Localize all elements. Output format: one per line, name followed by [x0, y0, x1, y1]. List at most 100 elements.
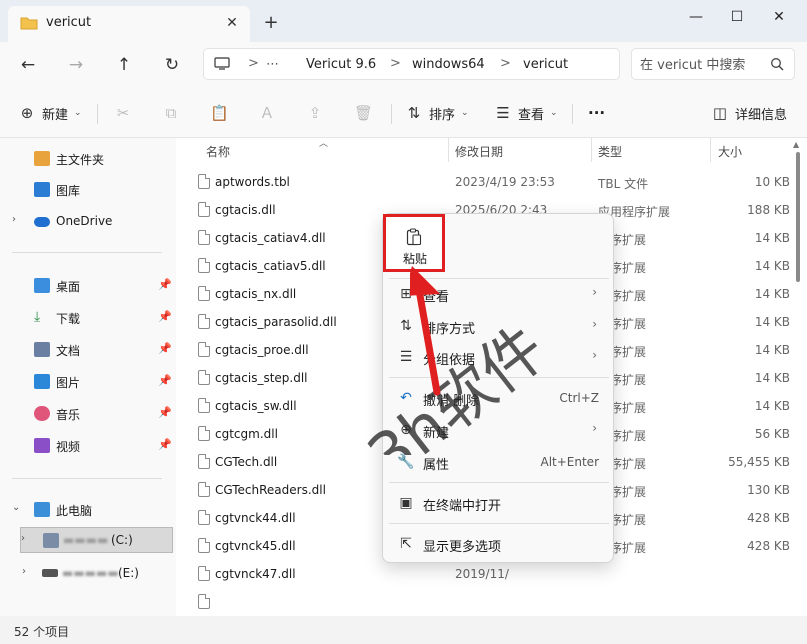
drive-icon — [42, 569, 58, 577]
file-size: 14 KB — [754, 315, 790, 329]
scroll-up-icon[interactable]: ▲ — [793, 140, 799, 149]
menu-item-view[interactable]: ⊞ 查看 › — [389, 280, 607, 308]
pin-icon[interactable]: 📌 — [158, 374, 172, 387]
chevron-down-icon: ⌄ — [74, 108, 82, 118]
sidebar-item-gallery[interactable]: 图库 — [0, 177, 176, 203]
file-icon — [198, 482, 210, 497]
menu-item-undo-delete[interactable]: ↶ 撤消 删除 Ctrl+Z — [389, 384, 607, 412]
column-size[interactable]: 大小 — [718, 143, 742, 160]
menu-item-show-more-options[interactable]: ⇱ 显示更多选项 — [389, 530, 607, 558]
menu-item-properties[interactable]: 🔧 属性 Alt+Enter — [389, 448, 607, 476]
new-button[interactable]: ⊕ 新建 ⌄ — [18, 102, 82, 124]
sidebar-item-onedrive[interactable]: › OneDrive — [0, 209, 176, 235]
shortcut-text: Ctrl+Z — [559, 391, 599, 405]
cut-button[interactable]: ✂ — [114, 102, 138, 124]
home-icon — [34, 151, 50, 166]
sidebar-item-documents[interactable]: 文档 📌 — [0, 337, 176, 363]
column-name[interactable]: 名称 — [206, 143, 230, 160]
sidebar-item-drive-c[interactable]: › ▬▬▬▬ (C:) — [20, 527, 173, 553]
table-row[interactable]: aptwords.tbl 2023/4/19 23:53 TBL 文件 10 KB — [176, 168, 798, 196]
address-bar[interactable]: > ⋯ Vericut 9.6 > windows64 > vericut — [203, 48, 620, 80]
more-button[interactable]: ··· — [588, 102, 605, 124]
breadcrumb-separator: > — [390, 56, 401, 71]
column-type[interactable]: 类型 — [598, 143, 622, 160]
tab-vericut[interactable]: vericut ✕ — [8, 6, 250, 42]
chevron-right-icon[interactable]: › — [21, 533, 25, 544]
new-icon: ⊕ — [400, 422, 412, 438]
forward-button[interactable]: → — [62, 52, 90, 78]
file-icon — [198, 314, 210, 329]
search-box[interactable] — [631, 48, 795, 80]
menu-item-sort-by[interactable]: ⇅ 排序方式 › — [389, 312, 607, 340]
shortcut-text: Alt+Enter — [540, 455, 599, 469]
tab-close-icon[interactable]: ✕ — [222, 13, 242, 33]
sidebar-item-videos[interactable]: 视频 📌 — [0, 433, 176, 459]
column-date[interactable]: 修改日期 — [455, 143, 503, 160]
chevron-right-icon: › — [592, 317, 597, 331]
chevron-down-icon[interactable]: ⌄ — [12, 502, 20, 513]
sidebar-item-music[interactable]: 音乐 📌 — [0, 401, 176, 427]
search-input[interactable] — [640, 55, 768, 75]
scrollbar[interactable] — [796, 152, 800, 282]
paste-label: 粘贴 — [403, 252, 428, 266]
context-menu: 粘贴 ⊞ 查看 › ⇅ 排序方式 › ☰ 分组依据 › ↶ 撤消 删除 Ctrl… — [382, 213, 614, 563]
menu-item-open-terminal[interactable]: ▣ 在终端中打开 — [389, 489, 607, 517]
rename-button[interactable]: Ａ — [258, 102, 282, 124]
breadcrumb-separator: > — [248, 56, 259, 71]
sidebar-item-home[interactable]: 主文件夹 — [0, 146, 176, 172]
pin-icon[interactable]: 📌 — [158, 278, 172, 291]
column-divider[interactable] — [591, 138, 592, 162]
close-window-button[interactable]: ✕ — [764, 6, 794, 28]
pin-icon[interactable]: 📌 — [158, 342, 172, 355]
paste-button[interactable]: 📋 — [210, 102, 234, 124]
breadcrumb-vericut96[interactable]: Vericut 9.6 — [306, 57, 376, 72]
new-tab-button[interactable]: + — [260, 12, 282, 34]
up-button[interactable]: ↑ — [110, 52, 138, 78]
breadcrumb-vericut[interactable]: vericut — [523, 57, 568, 72]
paste-menu-button[interactable]: 粘贴 — [383, 214, 445, 272]
minimize-button[interactable]: — — [681, 6, 711, 28]
refresh-button[interactable]: ↻ — [158, 52, 186, 78]
chevron-right-icon[interactable]: › — [22, 566, 26, 577]
column-divider[interactable] — [710, 138, 711, 162]
menu-item-label: 在终端中打开 — [423, 499, 502, 514]
sidebar-item-desktop[interactable]: 桌面 📌 — [0, 273, 176, 299]
chevron-right-icon[interactable]: › — [12, 214, 16, 225]
file-size: 14 KB — [754, 287, 790, 301]
maximize-button[interactable]: ☐ — [722, 6, 752, 28]
menu-item-new[interactable]: ⊕ 新建 › — [389, 416, 607, 444]
divider — [12, 252, 162, 253]
share-button[interactable]: ⇪ — [306, 102, 330, 124]
copy-button[interactable]: ⧉ — [162, 102, 186, 124]
menu-divider — [389, 482, 609, 483]
sidebar-item-label: OneDrive — [56, 214, 113, 228]
pin-icon[interactable]: 📌 — [158, 310, 172, 323]
file-name: CGTech.dll — [215, 455, 278, 469]
computer-icon — [34, 502, 50, 517]
pin-icon[interactable]: 📌 — [158, 406, 172, 419]
sidebar-item-this-pc[interactable]: ⌄ 此电脑 — [0, 497, 176, 523]
view-button[interactable]: ☰ 查看 ⌄ — [494, 102, 557, 124]
pin-icon[interactable]: 📌 — [158, 438, 172, 451]
sidebar-item-drive-e[interactable]: › ▬▬▬▬▬ (E:) — [0, 561, 176, 587]
sidebar-item-pictures[interactable]: 图片 📌 — [0, 369, 176, 395]
breadcrumb-windows64[interactable]: windows64 — [412, 57, 485, 72]
table-row[interactable] — [176, 588, 798, 616]
file-size: 55,455 KB — [728, 455, 790, 469]
file-size: 188 KB — [747, 203, 790, 217]
breadcrumb-more[interactable]: ⋯ — [266, 57, 279, 72]
sidebar-item-downloads[interactable]: ⤓ 下载 📌 — [0, 305, 176, 331]
sort-button[interactable]: ⇅ 排序 ⌄ — [405, 102, 469, 124]
delete-button[interactable]: 🗑 — [354, 102, 378, 124]
file-name: cgtacis_step.dll — [215, 371, 308, 385]
file-name: cgtvnck47.dll — [215, 567, 296, 581]
details-button[interactable]: ◫ 详细信息 — [711, 102, 787, 124]
file-name: cgtacis_catiav4.dll — [215, 231, 326, 245]
column-divider[interactable] — [448, 138, 449, 162]
back-button[interactable]: ← — [14, 52, 42, 78]
table-row[interactable]: cgtvnck47.dll 2019/11/ — [176, 560, 798, 588]
file-name: cgtvnck44.dll — [215, 511, 296, 525]
drive-label-blurred: ▬▬▬▬▬ — [62, 566, 119, 580]
menu-item-group-by[interactable]: ☰ 分组依据 › — [389, 343, 607, 371]
file-icon — [198, 342, 210, 357]
